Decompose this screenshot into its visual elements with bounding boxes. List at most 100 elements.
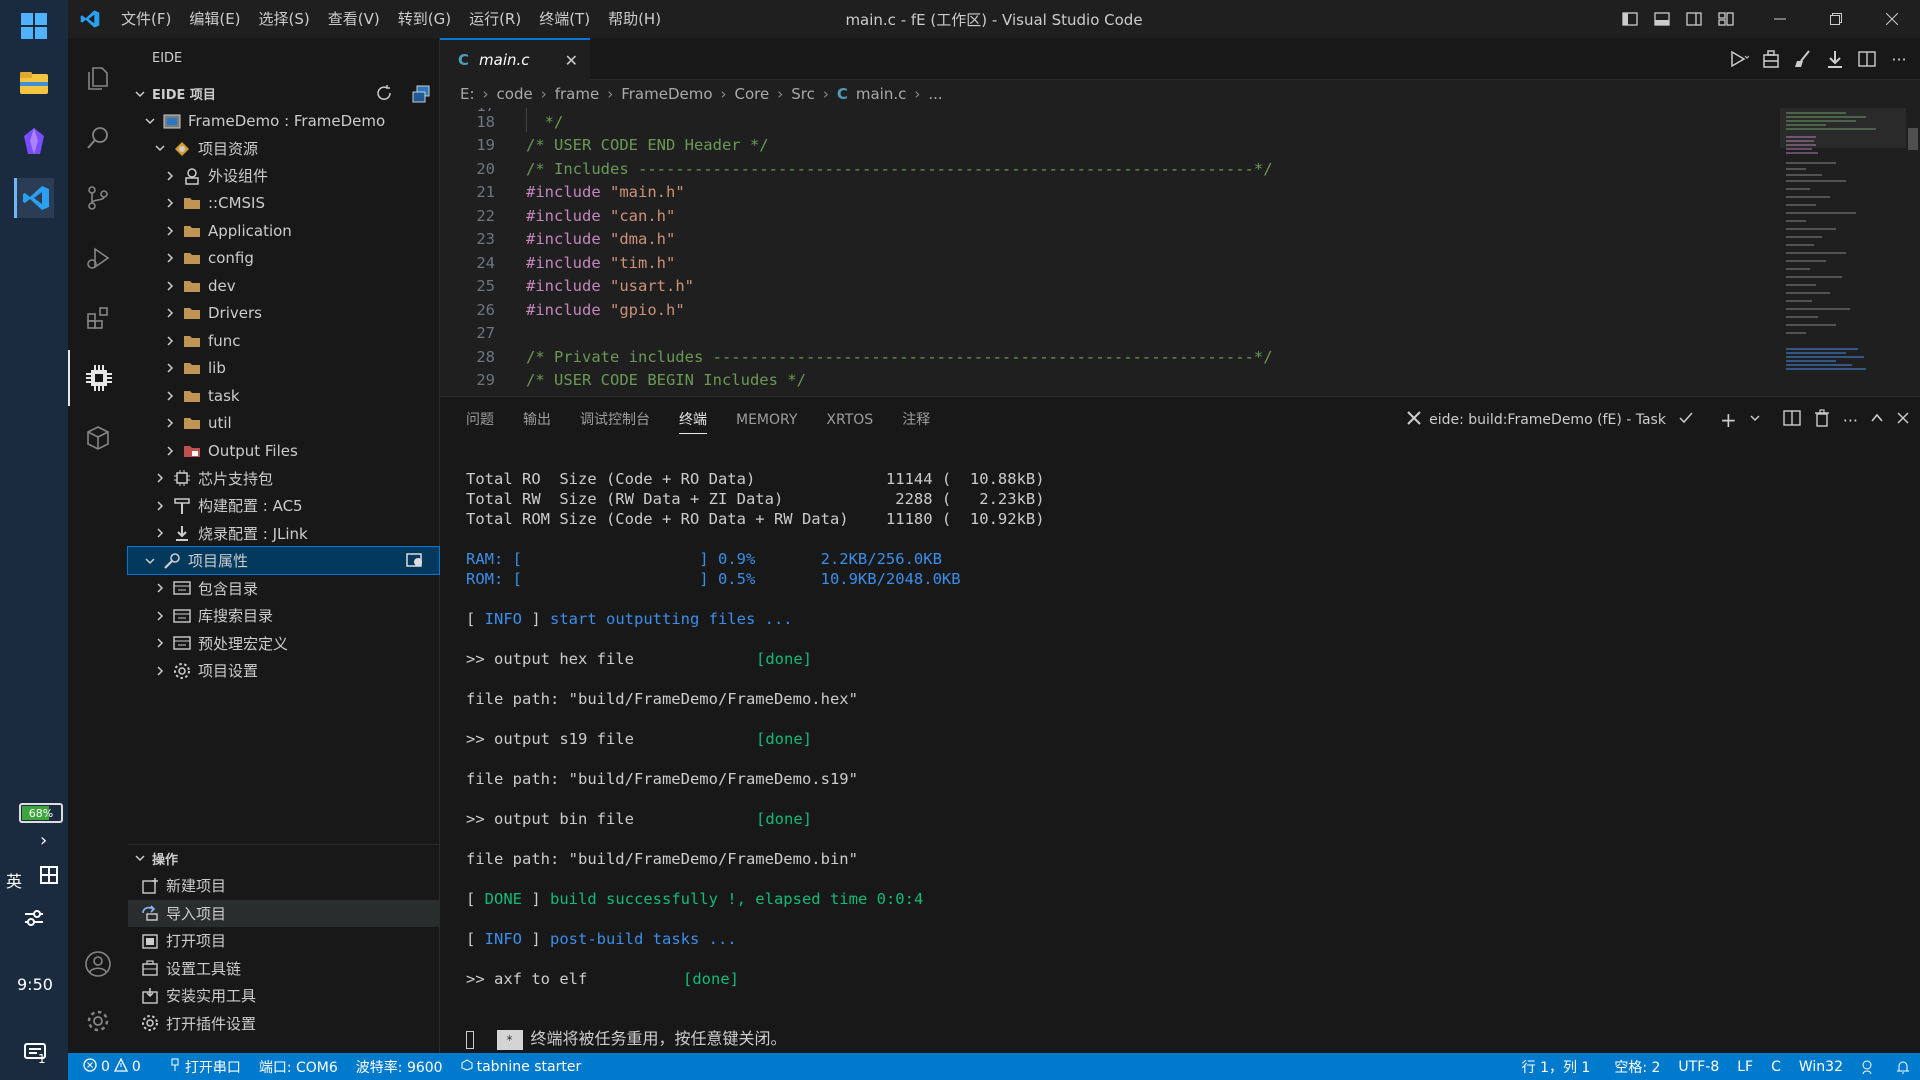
breadcrumb-item[interactable]: Core (735, 85, 770, 103)
chevron-down-icon[interactable] (1749, 412, 1761, 428)
operations-section[interactable]: 操作 (128, 846, 439, 870)
windows-start-icon[interactable] (14, 6, 54, 46)
tab-problems[interactable]: 问题 (466, 397, 494, 443)
file-explorer-icon[interactable] (14, 63, 54, 103)
operation-item[interactable]: 安装实用工具 (128, 982, 439, 1009)
indentation[interactable]: 空格: 2 (1605, 1057, 1669, 1077)
toggle-panel-icon[interactable] (1646, 0, 1678, 38)
tree-item[interactable]: Application (128, 217, 439, 244)
minimize-icon[interactable] (1752, 0, 1808, 38)
code-editor[interactable]: 1718 */19/* USER CODE END Header */20/* … (440, 108, 1780, 396)
tree-item[interactable]: 外设组件 (128, 162, 439, 189)
terminal-task-selector[interactable]: eide: build:FrameDemo (fE) - Task (1429, 412, 1666, 428)
tab-output[interactable]: 输出 (523, 397, 551, 443)
tab-main-c[interactable]: C main.c ✕ (440, 38, 590, 80)
tab-terminal[interactable]: 终端 (679, 397, 707, 443)
menu-run[interactable]: 运行(R) (460, 0, 530, 38)
encoding[interactable]: UTF-8 (1669, 1059, 1728, 1075)
minimap[interactable] (1780, 108, 1906, 396)
tree-item[interactable]: util (128, 410, 439, 437)
tab-comments[interactable]: 注释 (902, 397, 930, 443)
operation-item[interactable]: 导入项目 (128, 899, 439, 927)
customize-layout-icon[interactable] (1710, 0, 1742, 38)
operation-item[interactable]: 打开项目 (128, 927, 439, 954)
tree-item[interactable]: config (128, 245, 439, 272)
tree-item[interactable]: 项目设置 (128, 657, 439, 684)
explorer-icon[interactable] (68, 50, 128, 106)
tree-item[interactable]: 烧录配置 : JLink (128, 520, 439, 547)
more-actions-icon[interactable]: ··· (1843, 411, 1858, 430)
breadcrumb-item[interactable]: ... (928, 85, 942, 103)
breadcrumb-item[interactable]: code (497, 85, 533, 103)
menu-terminal[interactable]: 终端(T) (530, 0, 599, 38)
language-mode[interactable]: C (1762, 1059, 1790, 1075)
breadcrumb-item[interactable]: frame (555, 85, 599, 103)
build-icon[interactable] (1758, 46, 1784, 72)
tree-item[interactable]: 项目属性 (127, 546, 440, 575)
toggle-primary-sidebar-icon[interactable] (1614, 0, 1646, 38)
tree-item[interactable]: Output Files (128, 437, 439, 464)
trash-icon[interactable] (1813, 409, 1831, 431)
tabnine-status[interactable]: tabnine starter (452, 1059, 591, 1075)
refresh-icon[interactable] (375, 84, 393, 106)
cursor-position[interactable]: 行 1，列 1 (1513, 1057, 1600, 1077)
tab-memory[interactable]: MEMORY (736, 397, 797, 443)
toggle-secondary-sidebar-icon[interactable] (1678, 0, 1710, 38)
tree-item[interactable]: 芯片支持包 (128, 465, 439, 492)
end-of-line[interactable]: LF (1728, 1059, 1762, 1075)
clean-icon[interactable] (1790, 46, 1816, 72)
eide-project-section[interactable]: EIDE 项目 (128, 80, 439, 107)
tree-item[interactable]: FrameDemo : FrameDemo (128, 107, 439, 134)
breadcrumb-item[interactable]: Src (791, 85, 815, 103)
menu-edit[interactable]: 编辑(E) (180, 0, 249, 38)
close-tab-icon[interactable]: ✕ (565, 51, 578, 70)
serial-port[interactable]: 端口: COM6 (250, 1057, 347, 1077)
problems-status[interactable]: 0 0 (74, 1057, 150, 1076)
new-terminal-icon[interactable]: + (1720, 408, 1737, 432)
baud-rate[interactable]: 波特率: 9600 (347, 1057, 452, 1077)
tree-item[interactable]: 预处理宏定义 (128, 630, 439, 657)
ime-language[interactable]: 英 (6, 868, 22, 892)
notification-icon[interactable]: 1 (24, 1042, 50, 1070)
tree-item[interactable]: 项目资源 (128, 135, 439, 162)
menu-help[interactable]: 帮助(H) (599, 0, 670, 38)
breadcrumb-item[interactable]: E: (460, 85, 475, 103)
restore-icon[interactable] (1808, 0, 1864, 38)
feedback-icon[interactable] (1852, 1059, 1886, 1075)
more-actions-icon[interactable]: ··· (1886, 46, 1912, 72)
tree-item[interactable]: Drivers (128, 300, 439, 327)
operation-item[interactable]: 打开插件设置 (128, 1010, 439, 1037)
editor-scrollbar[interactable] (1906, 108, 1920, 396)
accounts-icon[interactable] (68, 936, 128, 992)
tree-item[interactable]: 包含目录 (128, 575, 439, 602)
maximize-panel-icon[interactable] (1870, 411, 1884, 429)
breadcrumb-item[interactable]: main.c (856, 85, 907, 103)
tree-item[interactable]: dev (128, 272, 439, 299)
search-icon[interactable] (68, 110, 128, 166)
cube-icon[interactable] (68, 410, 128, 466)
split-editor-icon[interactable] (1854, 46, 1880, 72)
menu-view[interactable]: 查看(V) (319, 0, 389, 38)
tree-item[interactable]: 库搜索目录 (128, 602, 439, 629)
breadcrumb-item[interactable]: FrameDemo (621, 85, 712, 103)
open-serial-button[interactable]: 打开串口 (160, 1057, 250, 1077)
volume-icon[interactable] (23, 908, 45, 932)
taskbar-clock[interactable]: 9:50 (17, 975, 53, 994)
menu-go[interactable]: 转到(G) (389, 0, 460, 38)
menu-file[interactable]: 文件(F) (112, 0, 180, 38)
tree-item[interactable]: lib (128, 355, 439, 382)
tree-item[interactable]: 构建配置 : AC5 (128, 492, 439, 519)
ime-grid-icon[interactable] (40, 866, 58, 888)
eide-chip-icon[interactable] (68, 350, 128, 406)
chevron-right-icon[interactable]: › (40, 830, 47, 851)
run-debug-icon[interactable] (68, 230, 128, 286)
extensions-icon[interactable] (68, 290, 128, 346)
menu-selection[interactable]: 选择(S) (250, 0, 319, 38)
split-terminal-icon[interactable] (1783, 409, 1801, 431)
download-flash-icon[interactable] (1822, 46, 1848, 72)
switch-workspace-icon[interactable] (411, 84, 431, 108)
tree-item[interactable]: task (128, 382, 439, 409)
run-code-icon[interactable] (1726, 46, 1752, 72)
tree-item[interactable]: ::CMSIS (128, 190, 439, 217)
operation-item[interactable]: 设置工具链 (128, 955, 439, 982)
